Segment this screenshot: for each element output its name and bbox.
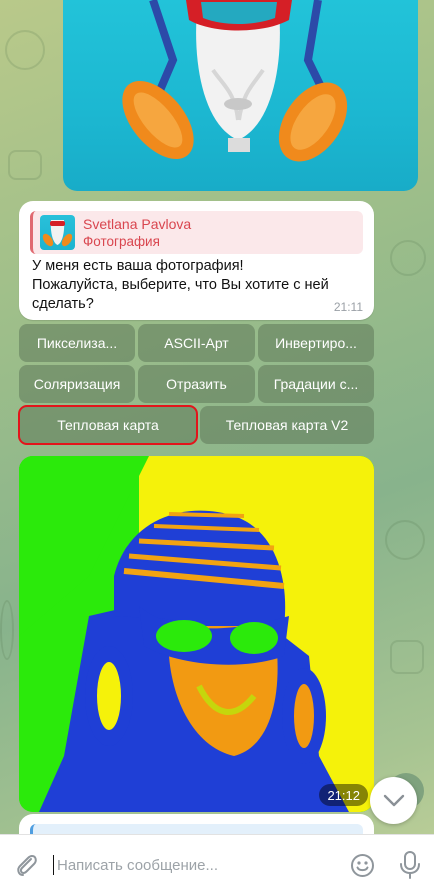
reply-subtitle: Фотография — [83, 234, 160, 249]
paperclip-icon[interactable] — [12, 851, 40, 879]
message-bubble: Svetlana Pavlova Фотография У меня есть … — [19, 201, 374, 320]
microphone-icon[interactable] — [398, 850, 422, 880]
ascii-art-button[interactable]: ASCII-Арт — [138, 324, 255, 362]
message-text-line: Пожалуйста, выберите, что Вы хотите с не… — [32, 277, 329, 293]
next-message-bubble — [19, 814, 374, 834]
reply-thumbnail — [40, 215, 75, 250]
solarize-button[interactable]: Соляризация — [19, 365, 135, 403]
text-caret — [53, 855, 54, 875]
pixelize-button[interactable]: Пикселиза... — [19, 324, 135, 362]
heatmap-v2-button[interactable]: Тепловая карта V2 — [200, 406, 374, 444]
next-reply-preview — [30, 824, 363, 834]
photo-heatmap-result[interactable]: 21:12 — [19, 456, 374, 812]
emoji-icon[interactable] — [350, 853, 375, 878]
background-doodle — [8, 150, 42, 180]
background-doodle — [390, 240, 426, 276]
background-doodle — [5, 30, 45, 70]
message-composer — [0, 834, 434, 894]
heatmap-illustration — [19, 456, 374, 812]
message-text: У меня есть ваша фотография! Пожалуйста,… — [32, 257, 342, 314]
heatmap-button[interactable]: Тепловая карта — [18, 405, 198, 445]
message-text-line: сделать? — [32, 296, 94, 312]
reply-author: Svetlana Pavlova — [83, 216, 192, 232]
mask-photo-illustration — [122, 0, 348, 162]
mirror-button[interactable]: Отразить — [138, 365, 255, 403]
background-doodle — [390, 640, 424, 674]
background-doodle — [385, 520, 425, 560]
message-input[interactable] — [57, 852, 327, 878]
reply-preview[interactable]: Svetlana Pavlova Фотография — [30, 211, 363, 254]
photo-original[interactable] — [63, 0, 418, 191]
invert-button[interactable]: Инвертиро... — [258, 324, 374, 362]
photo-time: 21:12 — [319, 784, 368, 806]
chevron-down-icon — [383, 794, 404, 806]
message-time: 21:11 — [333, 300, 363, 314]
scroll-down-button[interactable] — [370, 777, 417, 824]
grayscale-button[interactable]: Градации с... — [258, 365, 374, 403]
background-doodle — [0, 600, 14, 660]
chat-area[interactable]: Svetlana Pavlova Фотография У меня есть … — [0, 0, 434, 834]
message-text-line: У меня есть ваша фотография! — [32, 258, 244, 274]
